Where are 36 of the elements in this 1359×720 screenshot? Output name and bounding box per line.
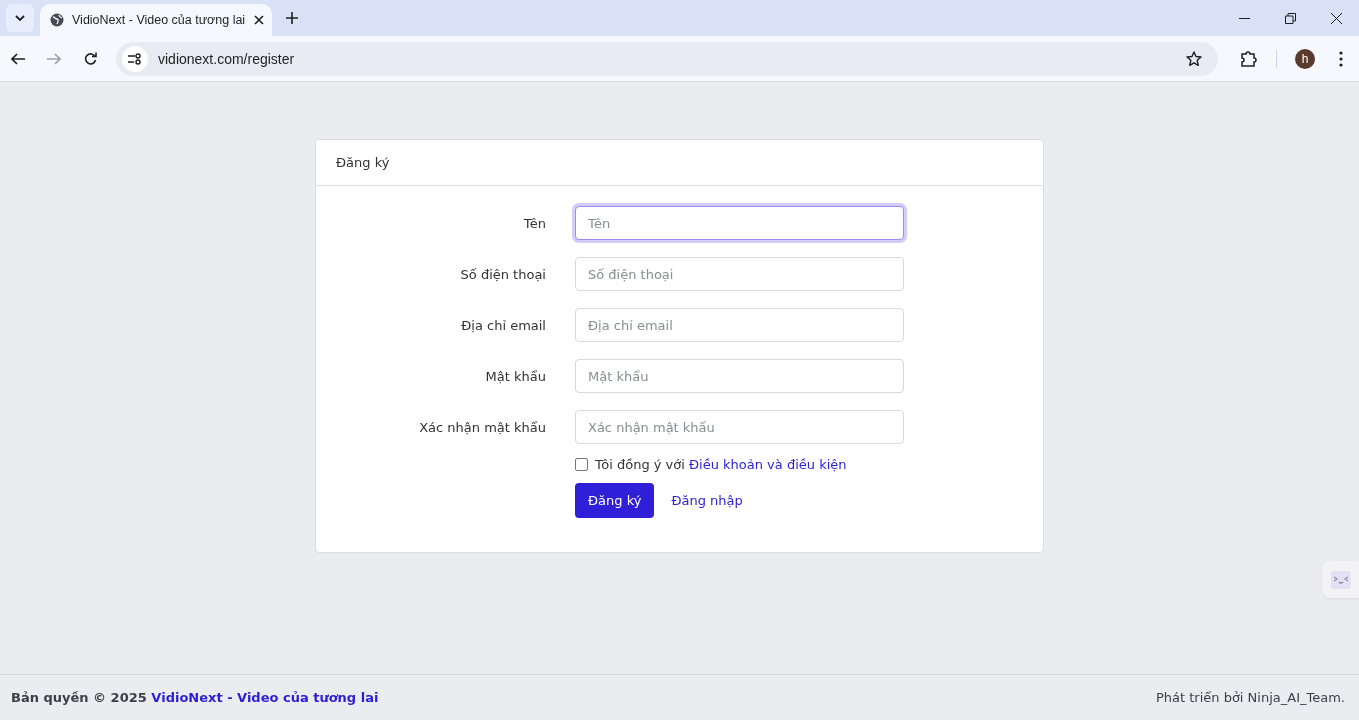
field-label: Tên xyxy=(523,215,546,231)
tab-title: VidioNext - Video của tương lai xyxy=(72,13,246,27)
puzzle-icon xyxy=(1239,50,1257,67)
plus-icon xyxy=(286,12,298,24)
terms-checkbox[interactable] xyxy=(575,458,588,471)
reload-icon xyxy=(83,52,97,65)
face-icon xyxy=(1330,570,1351,589)
field-label: Mật khẩu xyxy=(485,368,546,384)
register-button[interactable]: Đăng ký xyxy=(575,483,655,518)
credit-text: Phát triển bởi Ninja_AI_Team. xyxy=(1155,690,1345,705)
terms-text: Tôi đồng ý với Điều khoản và điều kiện xyxy=(595,457,847,472)
arrow-right-icon xyxy=(47,52,61,65)
input-field[interactable]: Tên xyxy=(575,206,904,240)
tab-search-button[interactable] xyxy=(6,4,34,32)
chevron-down-icon xyxy=(15,15,25,21)
browser-tab[interactable]: VidioNext - Video của tương lai xyxy=(40,4,272,36)
globe-icon xyxy=(50,13,64,27)
card-title: Đăng ký xyxy=(336,155,390,170)
address-bar[interactable]: vidionext.com/register xyxy=(116,41,1218,76)
login-link[interactable]: Đăng nhập xyxy=(671,493,743,508)
brand-link[interactable]: VidioNext - Video của tương lai xyxy=(151,690,379,705)
minimize-icon xyxy=(1238,17,1250,19)
bookmark-star-icon[interactable] xyxy=(1186,50,1202,67)
close-tab-icon[interactable] xyxy=(254,15,264,25)
copyright-text: Bản quyền © 2025 VidioNext - Video của tương lai xyxy=(11,690,379,705)
site-info-button[interactable] xyxy=(122,45,148,72)
field-label: Địa chỉ email xyxy=(461,317,546,333)
sliders-icon xyxy=(128,52,142,65)
close-icon xyxy=(1330,12,1342,24)
field-label: Số điện thoại xyxy=(460,266,546,282)
terms-link[interactable]: Điều khoản và điều kiện xyxy=(689,457,847,472)
menu-icon xyxy=(1339,50,1343,67)
url-text: vidionext.com/register xyxy=(158,50,296,67)
restore-icon xyxy=(1284,12,1296,24)
arrow-left-icon xyxy=(11,52,25,65)
field-label: Xác nhận mật khẩu xyxy=(419,419,546,435)
